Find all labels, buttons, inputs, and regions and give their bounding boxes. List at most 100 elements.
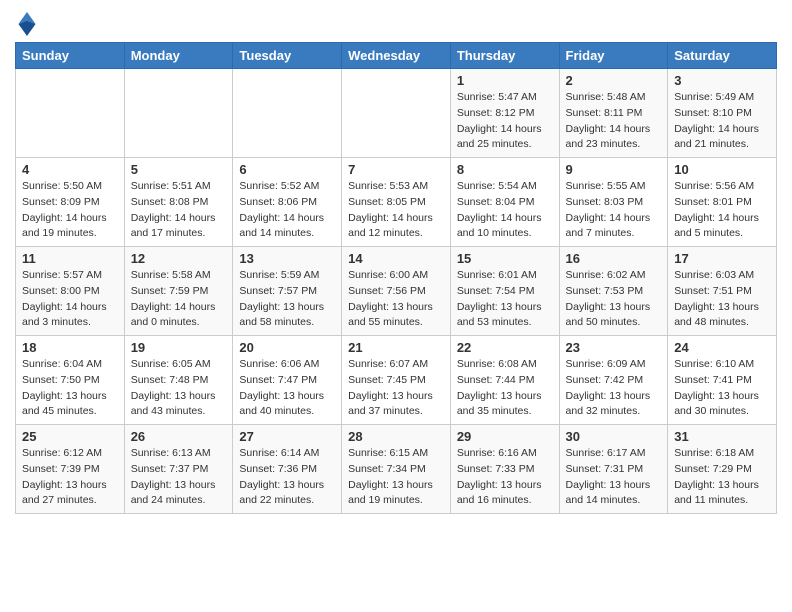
day-info: Sunrise: 5:57 AM Sunset: 8:00 PM Dayligh… [22,268,118,331]
day-cell: 6 Sunrise: 5:52 AM Sunset: 8:06 PM Daylig… [233,158,342,247]
day-number: 4 [22,162,118,177]
day-number: 2 [566,73,662,88]
day-cell: 22Sunrise: 6:08 AM Sunset: 7:44 PM Dayli… [450,336,559,425]
day-number: 10 [674,162,770,177]
day-info: Sunrise: 5:53 AM Sunset: 8:05 PM Dayligh… [348,179,444,242]
day-cell: 3Sunrise: 5:49 AM Sunset: 8:10 PM Daylig… [668,69,777,158]
day-number: 28 [348,429,444,444]
day-number: 30 [566,429,662,444]
col-header-friday: Friday [559,43,668,69]
col-header-wednesday: Wednesday [342,43,451,69]
day-cell: 2 Sunrise: 5:48 AM Sunset: 8:11 PM Daylig… [559,69,668,158]
day-cell: 18 Sunrise: 6:04 AM Sunset: 7:50 PM Dayli… [16,336,125,425]
day-info: Sunrise: 6:07 AM Sunset: 7:45 PM Dayligh… [348,357,444,420]
day-info: Sunrise: 6:12 AM Sunset: 7:39 PM Dayligh… [22,446,118,509]
day-number: 24 [674,340,770,355]
day-info: Sunrise: 5:50 AM Sunset: 8:09 PM Dayligh… [22,179,118,242]
day-info: Sunrise: 6:02 AM Sunset: 7:53 PM Dayligh… [566,268,662,331]
day-cell [233,69,342,158]
day-cell [16,69,125,158]
header-row: SundayMondayTuesdayWednesdayThursdayFrid… [16,43,777,69]
day-number: 19 [131,340,227,355]
day-number: 26 [131,429,227,444]
day-cell: 21Sunrise: 6:07 AM Sunset: 7:45 PM Dayli… [342,336,451,425]
header [15,10,777,36]
col-header-sunday: Sunday [16,43,125,69]
day-number: 18 [22,340,118,355]
day-cell: 9Sunrise: 5:55 AM Sunset: 8:03 PM Daylig… [559,158,668,247]
col-header-tuesday: Tuesday [233,43,342,69]
day-cell: 19 Sunrise: 6:05 AM Sunset: 7:48 PM Dayli… [124,336,233,425]
day-cell: 12Sunrise: 5:58 AM Sunset: 7:59 PM Dayli… [124,247,233,336]
day-info: Sunrise: 6:15 AM Sunset: 7:34 PM Dayligh… [348,446,444,509]
day-cell: 4 Sunrise: 5:50 AM Sunset: 8:09 PM Daylig… [16,158,125,247]
day-cell [124,69,233,158]
day-cell: 28 Sunrise: 6:15 AM Sunset: 7:34 PM Dayli… [342,425,451,514]
day-number: 29 [457,429,553,444]
day-info: Sunrise: 5:55 AM Sunset: 8:03 PM Dayligh… [566,179,662,242]
day-number: 15 [457,251,553,266]
week-row-3: 11Sunrise: 5:57 AM Sunset: 8:00 PM Dayli… [16,247,777,336]
day-number: 31 [674,429,770,444]
col-header-thursday: Thursday [450,43,559,69]
day-info: Sunrise: 6:03 AM Sunset: 7:51 PM Dayligh… [674,268,770,331]
week-row-1: 1Sunrise: 5:47 AM Sunset: 8:12 PM Daylig… [16,69,777,158]
day-cell: 15 Sunrise: 6:01 AM Sunset: 7:54 PM Dayli… [450,247,559,336]
day-info: Sunrise: 6:16 AM Sunset: 7:33 PM Dayligh… [457,446,553,509]
day-number: 17 [674,251,770,266]
week-row-2: 4 Sunrise: 5:50 AM Sunset: 8:09 PM Daylig… [16,158,777,247]
week-row-4: 18 Sunrise: 6:04 AM Sunset: 7:50 PM Dayli… [16,336,777,425]
day-cell: 1Sunrise: 5:47 AM Sunset: 8:12 PM Daylig… [450,69,559,158]
day-info: Sunrise: 6:05 AM Sunset: 7:48 PM Dayligh… [131,357,227,420]
day-cell: 8 Sunrise: 5:54 AM Sunset: 8:04 PM Daylig… [450,158,559,247]
day-info: Sunrise: 6:13 AM Sunset: 7:37 PM Dayligh… [131,446,227,509]
day-info: Sunrise: 6:06 AM Sunset: 7:47 PM Dayligh… [239,357,335,420]
day-info: Sunrise: 6:04 AM Sunset: 7:50 PM Dayligh… [22,357,118,420]
day-cell: 20 Sunrise: 6:06 AM Sunset: 7:47 PM Dayli… [233,336,342,425]
day-info: Sunrise: 5:48 AM Sunset: 8:11 PM Dayligh… [566,90,662,153]
day-number: 12 [131,251,227,266]
day-info: Sunrise: 5:54 AM Sunset: 8:04 PM Dayligh… [457,179,553,242]
day-cell: 29 Sunrise: 6:16 AM Sunset: 7:33 PM Dayli… [450,425,559,514]
day-info: Sunrise: 6:00 AM Sunset: 7:56 PM Dayligh… [348,268,444,331]
day-number: 1 [457,73,553,88]
col-header-saturday: Saturday [668,43,777,69]
day-number: 7 [348,162,444,177]
day-cell: 5Sunrise: 5:51 AM Sunset: 8:08 PM Daylig… [124,158,233,247]
day-info: Sunrise: 6:10 AM Sunset: 7:41 PM Dayligh… [674,357,770,420]
day-cell: 11Sunrise: 5:57 AM Sunset: 8:00 PM Dayli… [16,247,125,336]
day-info: Sunrise: 6:09 AM Sunset: 7:42 PM Dayligh… [566,357,662,420]
day-cell: 24 Sunrise: 6:10 AM Sunset: 7:41 PM Dayli… [668,336,777,425]
day-cell: 10 Sunrise: 5:56 AM Sunset: 8:01 PM Dayli… [668,158,777,247]
day-info: Sunrise: 6:08 AM Sunset: 7:44 PM Dayligh… [457,357,553,420]
day-number: 16 [566,251,662,266]
day-number: 13 [239,251,335,266]
day-number: 23 [566,340,662,355]
day-number: 5 [131,162,227,177]
day-info: Sunrise: 6:01 AM Sunset: 7:54 PM Dayligh… [457,268,553,331]
logo-icon [17,12,37,36]
day-cell: 23 Sunrise: 6:09 AM Sunset: 7:42 PM Dayli… [559,336,668,425]
logo [15,14,37,36]
day-cell: 25 Sunrise: 6:12 AM Sunset: 7:39 PM Dayli… [16,425,125,514]
day-info: Sunrise: 6:17 AM Sunset: 7:31 PM Dayligh… [566,446,662,509]
day-number: 25 [22,429,118,444]
day-info: Sunrise: 5:56 AM Sunset: 8:01 PM Dayligh… [674,179,770,242]
day-number: 27 [239,429,335,444]
day-info: Sunrise: 5:52 AM Sunset: 8:06 PM Dayligh… [239,179,335,242]
day-cell: 30 Sunrise: 6:17 AM Sunset: 7:31 PM Dayli… [559,425,668,514]
day-cell: 31Sunrise: 6:18 AM Sunset: 7:29 PM Dayli… [668,425,777,514]
col-header-monday: Monday [124,43,233,69]
day-number: 20 [239,340,335,355]
week-row-5: 25 Sunrise: 6:12 AM Sunset: 7:39 PM Dayli… [16,425,777,514]
calendar-table: SundayMondayTuesdayWednesdayThursdayFrid… [15,42,777,514]
day-number: 6 [239,162,335,177]
day-cell [342,69,451,158]
day-cell: 26 Sunrise: 6:13 AM Sunset: 7:37 PM Dayli… [124,425,233,514]
day-cell: 14Sunrise: 6:00 AM Sunset: 7:56 PM Dayli… [342,247,451,336]
day-number: 8 [457,162,553,177]
day-cell: 13 Sunrise: 5:59 AM Sunset: 7:57 PM Dayli… [233,247,342,336]
day-cell: 7 Sunrise: 5:53 AM Sunset: 8:05 PM Daylig… [342,158,451,247]
day-cell: 16 Sunrise: 6:02 AM Sunset: 7:53 PM Dayli… [559,247,668,336]
day-info: Sunrise: 5:59 AM Sunset: 7:57 PM Dayligh… [239,268,335,331]
